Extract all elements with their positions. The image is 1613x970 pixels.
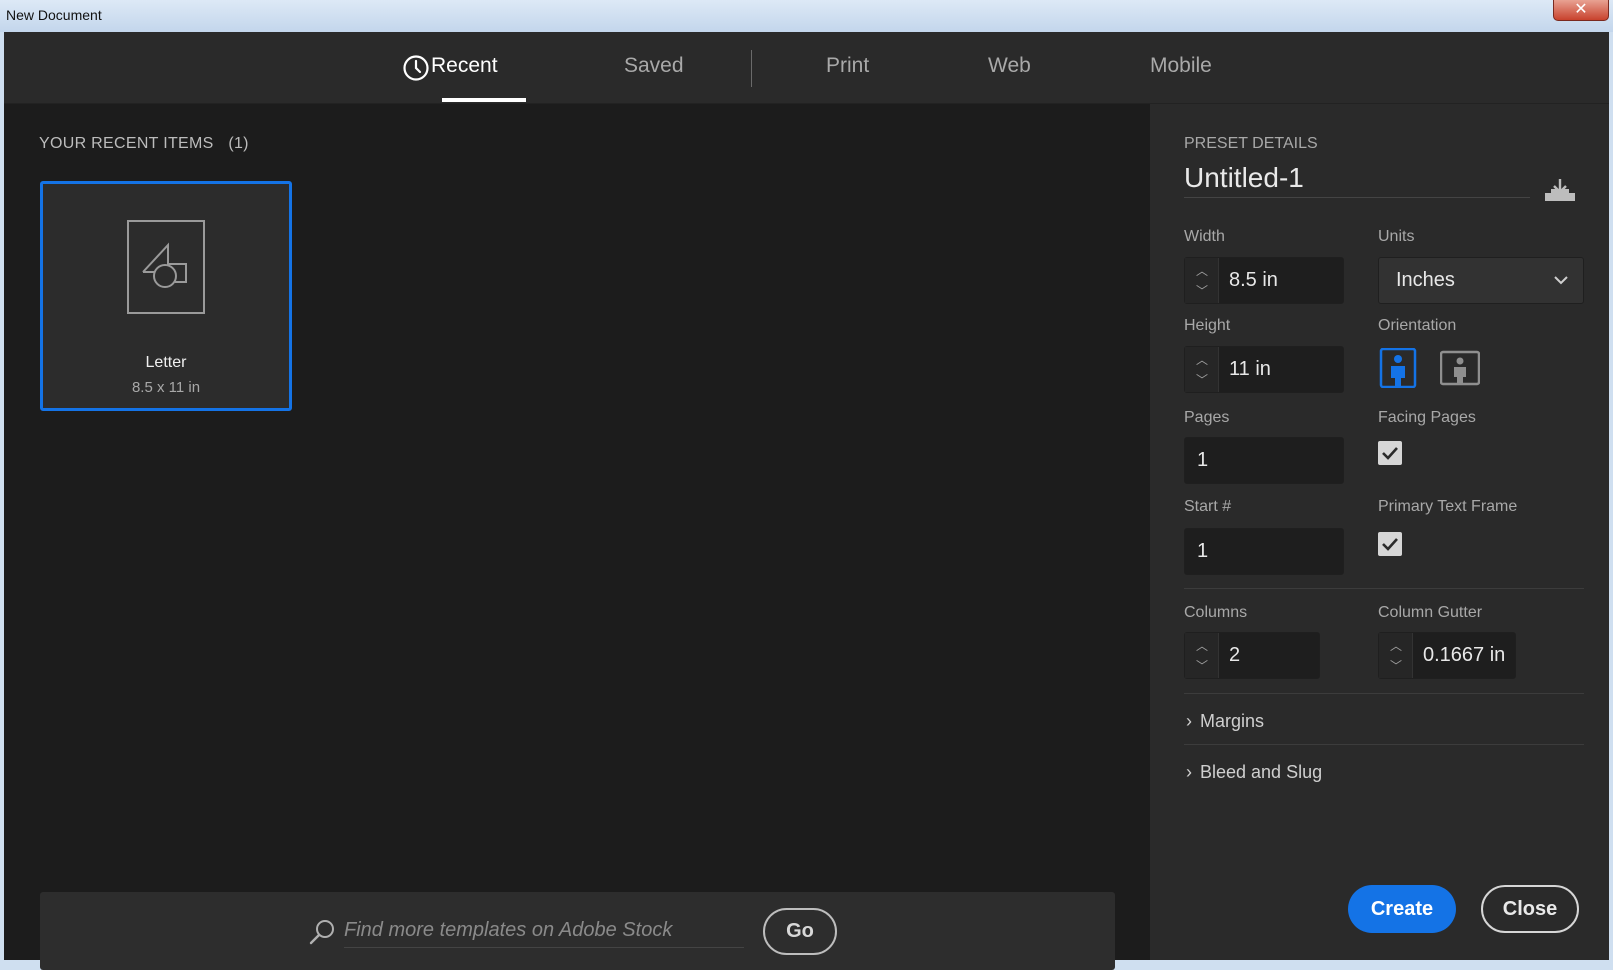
document-name-field[interactable]: Untitled-1 — [1184, 162, 1530, 198]
preset-details-panel: PRESET DETAILS Untitled-1 Width ︿ ﹀ 8.5 … — [1150, 104, 1609, 960]
facing-pages-label: Facing Pages — [1378, 409, 1476, 426]
tab-bar: Recent Saved Print Web Mobile — [4, 32, 1609, 104]
go-button[interactable]: Go — [763, 908, 837, 955]
new-document-dialog: Recent Saved Print Web Mobile YOUR RECEN… — [4, 32, 1609, 970]
chevron-up-icon[interactable]: ︿ — [1195, 637, 1209, 653]
column-gutter-label: Column Gutter — [1378, 604, 1483, 621]
margins-expander[interactable]: › Margins — [1186, 711, 1264, 732]
chevron-down-icon[interactable]: ﹀ — [1195, 282, 1209, 298]
pages-label: Pages — [1184, 409, 1230, 426]
window-close-button[interactable]: ✕ — [1553, 0, 1609, 21]
stock-search-input[interactable] — [344, 914, 744, 948]
recent-items-heading: YOUR RECENT ITEMS (1) — [39, 135, 249, 153]
chevron-right-icon: › — [1186, 711, 1192, 731]
recent-item-card[interactable]: Letter 8.5 x 11 in — [40, 181, 292, 411]
primary-text-frame-checkbox[interactable] — [1378, 532, 1402, 556]
width-field[interactable]: ︿ ﹀ 8.5 in — [1184, 257, 1344, 304]
checkmark-icon — [1382, 538, 1398, 551]
start-number-value[interactable]: 1 — [1197, 540, 1208, 563]
recent-item-name: Letter — [145, 354, 187, 371]
pages-value[interactable]: 1 — [1197, 449, 1208, 472]
adobe-stock-search-bar: Go — [40, 892, 1115, 970]
width-value[interactable]: 8.5 in — [1229, 269, 1278, 292]
tab-saved[interactable]: Saved — [624, 54, 684, 78]
checkmark-icon — [1382, 447, 1398, 460]
window-title: New Document — [6, 7, 102, 23]
height-label: Height — [1184, 317, 1231, 334]
search-icon — [309, 920, 334, 945]
width-label: Width — [1184, 228, 1225, 245]
tab-web[interactable]: Web — [988, 54, 1031, 78]
chevron-up-icon[interactable]: ︿ — [1195, 351, 1209, 367]
chevron-right-icon: › — [1186, 762, 1192, 782]
columns-stepper[interactable]: ︿ ﹀ — [1185, 633, 1219, 678]
tab-print[interactable]: Print — [826, 54, 869, 78]
pages-field[interactable]: 1 — [1184, 437, 1344, 484]
chevron-down-icon — [1554, 276, 1568, 285]
start-number-label: Start # — [1184, 498, 1232, 515]
units-label: Units — [1378, 228, 1415, 245]
active-tab-indicator — [442, 98, 526, 102]
recent-item-size: 8.5 x 11 in — [131, 379, 201, 396]
document-shapes-icon — [127, 220, 205, 314]
chevron-up-icon[interactable]: ︿ — [1389, 637, 1403, 653]
facing-pages-checkbox[interactable] — [1378, 441, 1402, 465]
tab-separator — [751, 50, 752, 87]
columns-field[interactable]: ︿ ﹀ 2 — [1184, 632, 1320, 679]
column-gutter-field[interactable]: ︿ ﹀ 0.1667 in — [1378, 632, 1516, 679]
columns-value[interactable]: 2 — [1229, 644, 1240, 667]
portrait-orientation-icon[interactable] — [1378, 348, 1418, 388]
margins-label: Margins — [1200, 711, 1265, 731]
units-value: Inches — [1396, 269, 1455, 291]
title-bar: New Document ✕ — [0, 0, 1613, 32]
bleed-slug-label: Bleed and Slug — [1200, 762, 1323, 782]
height-field[interactable]: ︿ ﹀ 11 in — [1184, 346, 1344, 393]
chevron-down-icon[interactable]: ﹀ — [1195, 657, 1209, 673]
landscape-orientation-icon[interactable] — [1440, 348, 1480, 388]
recent-items-count: (1) — [228, 135, 249, 152]
save-preset-icon[interactable] — [1543, 177, 1577, 203]
divider — [1184, 588, 1584, 589]
clock-icon — [403, 55, 429, 81]
height-value[interactable]: 11 in — [1229, 358, 1271, 381]
divider — [1184, 693, 1584, 694]
bleed-slug-expander[interactable]: › Bleed and Slug — [1186, 762, 1322, 783]
column-gutter-stepper[interactable]: ︿ ﹀ — [1379, 633, 1413, 678]
close-button[interactable]: Close — [1481, 885, 1579, 933]
chevron-down-icon[interactable]: ﹀ — [1389, 657, 1403, 673]
chevron-down-icon[interactable]: ﹀ — [1195, 371, 1209, 387]
create-button[interactable]: Create — [1348, 885, 1456, 933]
preset-details-heading: PRESET DETAILS — [1184, 135, 1318, 152]
column-gutter-value[interactable]: 0.1667 in — [1423, 644, 1505, 667]
recent-items-title: YOUR RECENT ITEMS — [39, 135, 214, 152]
primary-text-frame-label: Primary Text Frame — [1378, 498, 1518, 515]
recent-items-panel: YOUR RECENT ITEMS (1) Letter 8.5 x 11 in… — [4, 104, 1146, 970]
height-stepper[interactable]: ︿ ﹀ — [1185, 347, 1219, 392]
orientation-label: Orientation — [1378, 317, 1457, 334]
chevron-up-icon[interactable]: ︿ — [1195, 262, 1209, 278]
tab-recent[interactable]: Recent — [431, 54, 498, 78]
divider — [1184, 744, 1584, 745]
tab-mobile[interactable]: Mobile — [1150, 54, 1212, 78]
width-stepper[interactable]: ︿ ﹀ — [1185, 258, 1219, 303]
units-dropdown[interactable]: Inches — [1378, 257, 1584, 304]
columns-label: Columns — [1184, 604, 1248, 621]
start-number-field[interactable]: 1 — [1184, 528, 1344, 575]
